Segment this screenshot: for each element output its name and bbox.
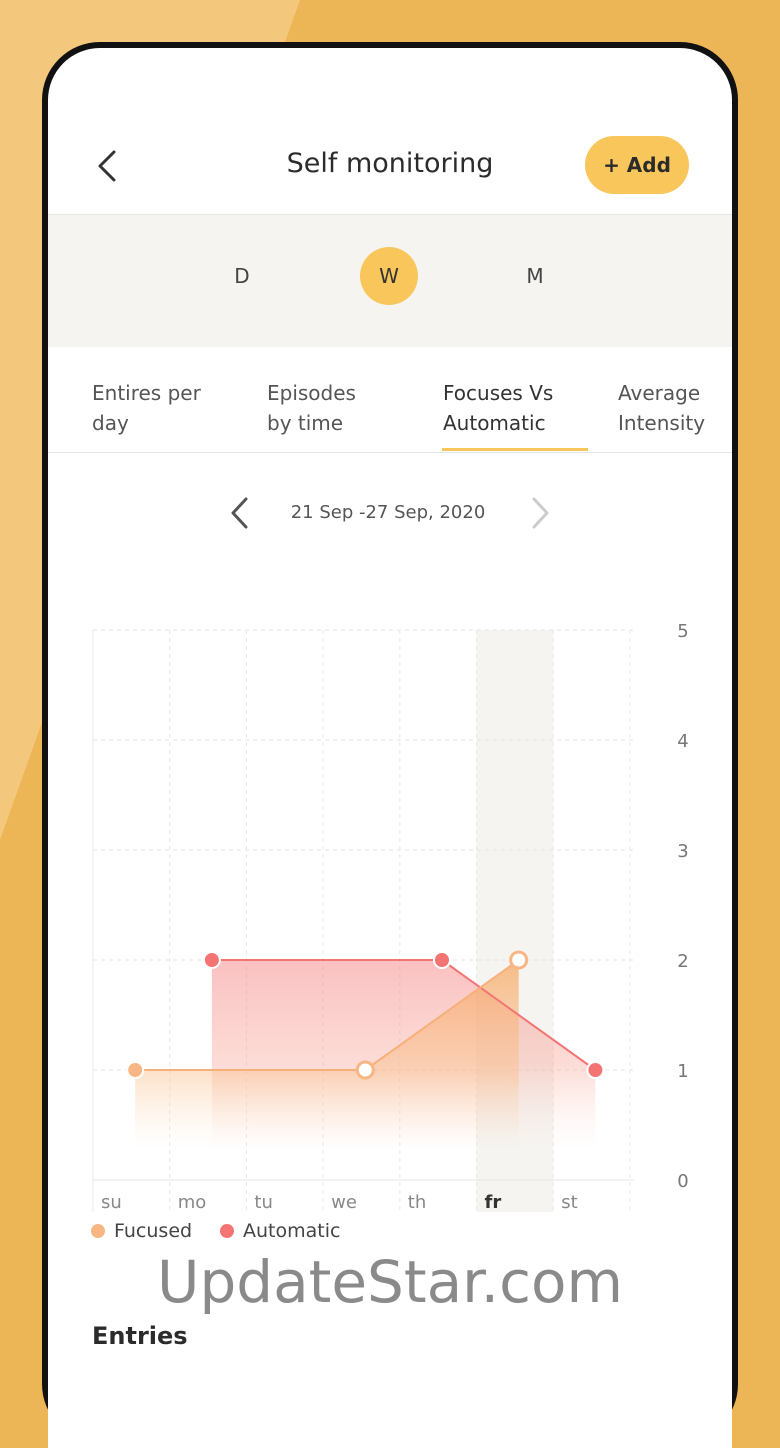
tab-label-line1: Average <box>618 381 701 405</box>
x-tick-label: su <box>101 1192 122 1213</box>
x-tick-label: we <box>331 1192 357 1213</box>
period-week-button[interactable]: W <box>360 247 418 305</box>
focused-data-point <box>126 1061 145 1079</box>
automatic-data-point <box>432 951 451 969</box>
legend-item-focused: Fucused <box>91 1220 192 1242</box>
tab-label-line1: Entires per <box>92 381 201 405</box>
y-tick-label: 3 <box>677 841 688 862</box>
y-tick-label: 4 <box>677 731 688 752</box>
period-day-button[interactable]: D <box>213 247 271 305</box>
y-tick-label: 5 <box>677 621 688 642</box>
tab-label-line1: Episodes <box>267 381 356 405</box>
legend-label-focused: Fucused <box>114 1220 193 1242</box>
watermark-text: UpdateStar.com <box>157 1248 623 1316</box>
tab-average-intensity[interactable]: Average Intensity <box>618 378 705 438</box>
x-tick-label: th <box>408 1192 426 1213</box>
tab-label-line2: Intensity <box>618 411 706 435</box>
tab-episodes-by-time[interactable]: Episodes by time <box>267 378 356 438</box>
x-tick-label: fr <box>485 1192 502 1213</box>
automatic-data-point <box>586 1061 605 1079</box>
y-tick-label: 0 <box>677 1171 688 1192</box>
tab-label-line1: Focuses Vs <box>443 381 554 405</box>
period-month-button[interactable]: M <box>506 247 564 305</box>
period-selector: D W M <box>48 214 732 347</box>
x-tick-label: mo <box>178 1192 207 1213</box>
focused-data-point <box>355 1060 375 1080</box>
tab-label-line2: Automatic <box>443 411 546 435</box>
x-tick-label: st <box>561 1192 577 1213</box>
y-tick-label: 1 <box>677 1061 688 1082</box>
x-tick-label: tu <box>254 1192 272 1213</box>
app-screen: Self monitoring + Add D W M Entires per … <box>48 48 732 1448</box>
next-week-arrow-icon[interactable] <box>528 496 552 530</box>
y-tick-label: 2 <box>677 951 688 972</box>
entries-heading: Entries <box>92 1322 188 1350</box>
automatic-data-point <box>202 951 221 969</box>
active-tab-indicator <box>442 448 588 451</box>
focused-data-point <box>509 950 529 970</box>
tab-divider <box>48 452 732 453</box>
tab-entries-per-day[interactable]: Entires per day <box>92 378 201 438</box>
legend-dot-focused <box>91 1224 105 1238</box>
legend-item-automatic: Automatic <box>220 1220 340 1242</box>
tab-label-line2: by time <box>267 411 344 435</box>
tab-focuses-vs-automatic[interactable]: Focuses Vs Automatic <box>443 378 553 438</box>
legend-dot-automatic <box>220 1224 234 1238</box>
tab-label-line2: day <box>92 411 129 435</box>
legend-label-automatic: Automatic <box>243 1220 341 1242</box>
add-button[interactable]: + Add <box>585 136 689 194</box>
date-range-label: 21 Sep -27 Sep, 2020 <box>290 502 486 523</box>
focuses-vs-automatic-chart: 0 1 2 3 4 5 su mo tu we th fr st <box>92 621 689 1213</box>
